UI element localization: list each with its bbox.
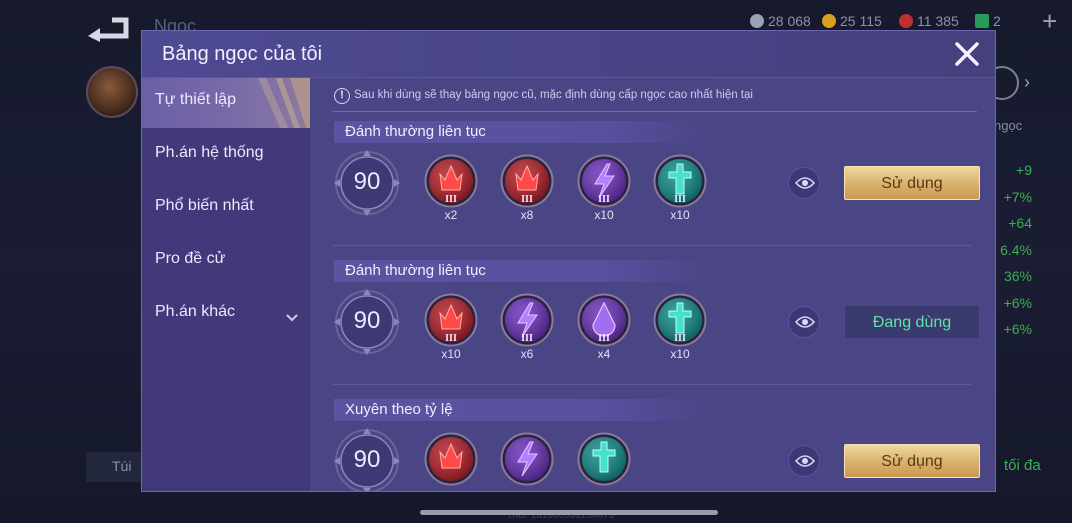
rune-page-name: Xuyên theo tỷ lệ <box>334 399 710 421</box>
gem-count: x10 <box>594 208 614 222</box>
use-button[interactable]: Sử dụng <box>844 444 980 478</box>
sidebar-item-custom[interactable]: Tự thiết lập <box>142 78 310 128</box>
gem-tier: III <box>445 333 457 344</box>
eye-icon <box>795 455 815 467</box>
gem-tier: III <box>521 194 533 205</box>
currency-silver: 28 068 <box>750 13 811 29</box>
gem-tier: III <box>521 333 533 344</box>
gem-count: x6 <box>520 347 534 361</box>
rune-page-name: Đánh thường liên tục <box>334 260 710 282</box>
gem-count: x10 <box>670 347 690 361</box>
notice-bar: ! Sau khi dùng sẽ thay bảng ngọc cũ, mặc… <box>332 84 977 112</box>
level-badge: 90 <box>334 289 400 355</box>
rune-pages-list: ! Sau khi dùng sẽ thay bảng ngọc cũ, mặc… <box>310 78 995 491</box>
dialog-sidebar: Tự thiết lập Ph.án hệ thống Phổ biến nhấ… <box>142 78 310 491</box>
dialog-header: Bảng ngọc của tôi <box>142 31 995 78</box>
eye-icon <box>795 177 815 189</box>
sidebar-item-label: Ph.án hệ thống <box>155 144 264 161</box>
gem-count: x10 <box>441 347 461 361</box>
sidebar-item-system-plan[interactable]: Ph.án hệ thống <box>142 131 310 181</box>
background-stat: +64 <box>1008 215 1032 231</box>
background-stat: 6.4% <box>1000 242 1032 258</box>
chevron-down-icon[interactable] <box>285 313 299 323</box>
hero-avatar[interactable] <box>86 66 138 118</box>
use-button[interactable]: Sử dụng <box>844 166 980 200</box>
level-badge: 90 <box>334 150 400 216</box>
gem-count: x10 <box>670 208 690 222</box>
voucher-icon <box>975 14 989 28</box>
gem-tier: III <box>674 333 686 344</box>
background-stat: +6% <box>1003 295 1032 311</box>
preview-eye-button[interactable] <box>788 445 820 477</box>
gem-tier: III <box>445 194 457 205</box>
gem-tier: III <box>674 194 686 205</box>
dialog-title: Bảng ngọc của tôi <box>162 43 323 65</box>
back-arrow-icon[interactable] <box>86 14 134 42</box>
level-number: 90 <box>353 307 381 334</box>
red-gem-icon <box>424 432 478 486</box>
sidebar-item-label: Phổ biến nhất <box>155 197 254 214</box>
rune-page-dialog: Bảng ngọc của tôi Tự thiết lập Ph.án hệ … <box>141 30 996 492</box>
preview-eye-button[interactable] <box>788 306 820 338</box>
home-indicator <box>420 510 718 515</box>
background-stat: +9 <box>1016 162 1032 178</box>
gem-count: x4 <box>597 347 611 361</box>
row-separator <box>332 384 972 385</box>
preview-eye-button[interactable] <box>788 167 820 199</box>
add-currency-button[interactable]: + <box>1042 6 1057 37</box>
level-badge: 90 <box>334 428 400 491</box>
level-number: 90 <box>353 446 381 473</box>
sidebar-item-most-popular[interactable]: Phổ biến nhất <box>142 184 310 234</box>
purple-bolt-gem-icon <box>500 432 554 486</box>
gem-tier: III <box>598 333 610 344</box>
active-highlight-decoration <box>258 78 310 128</box>
ruby-icon <box>899 14 913 28</box>
currency-ruby: 11 385 <box>899 13 959 29</box>
notice-text: Sau khi dùng sẽ thay bảng ngọc cũ, mặc đ… <box>354 89 753 101</box>
background-max-label: tối đa <box>1004 457 1041 474</box>
eye-icon <box>795 316 815 328</box>
rune-page-name: Đánh thường liên tục <box>334 121 710 143</box>
background-side-label: ngọc <box>994 118 1023 133</box>
background-stat: +6% <box>1003 321 1032 337</box>
chevron-right-icon[interactable]: › <box>1024 72 1030 93</box>
currency-gold: 25 115 <box>822 13 882 29</box>
silver-coin-icon <box>750 14 764 28</box>
sidebar-item-label: Tự thiết lập <box>155 91 236 108</box>
row-separator <box>332 245 972 246</box>
level-number: 90 <box>353 168 381 195</box>
gold-coin-icon <box>822 14 836 28</box>
green-gem-icon <box>577 432 631 486</box>
sidebar-item-label: Pro đề cử <box>155 250 226 267</box>
info-icon: ! <box>334 88 350 104</box>
background-stat: +7% <box>1003 189 1032 205</box>
currency-voucher: 2 <box>975 13 1001 29</box>
sidebar-item-label: Ph.án khác <box>155 303 236 320</box>
sidebar-item-pro-recommend[interactable]: Pro đề cử <box>142 237 310 287</box>
gem-tier: III <box>598 194 610 205</box>
gem-count: x8 <box>520 208 534 222</box>
background-stat: 36% <box>1003 268 1032 284</box>
in-use-button[interactable]: Đang dùng <box>844 305 980 339</box>
gem-count: x2 <box>444 208 458 222</box>
close-icon[interactable] <box>952 39 982 69</box>
bag-tab[interactable]: Túi <box>86 452 146 482</box>
